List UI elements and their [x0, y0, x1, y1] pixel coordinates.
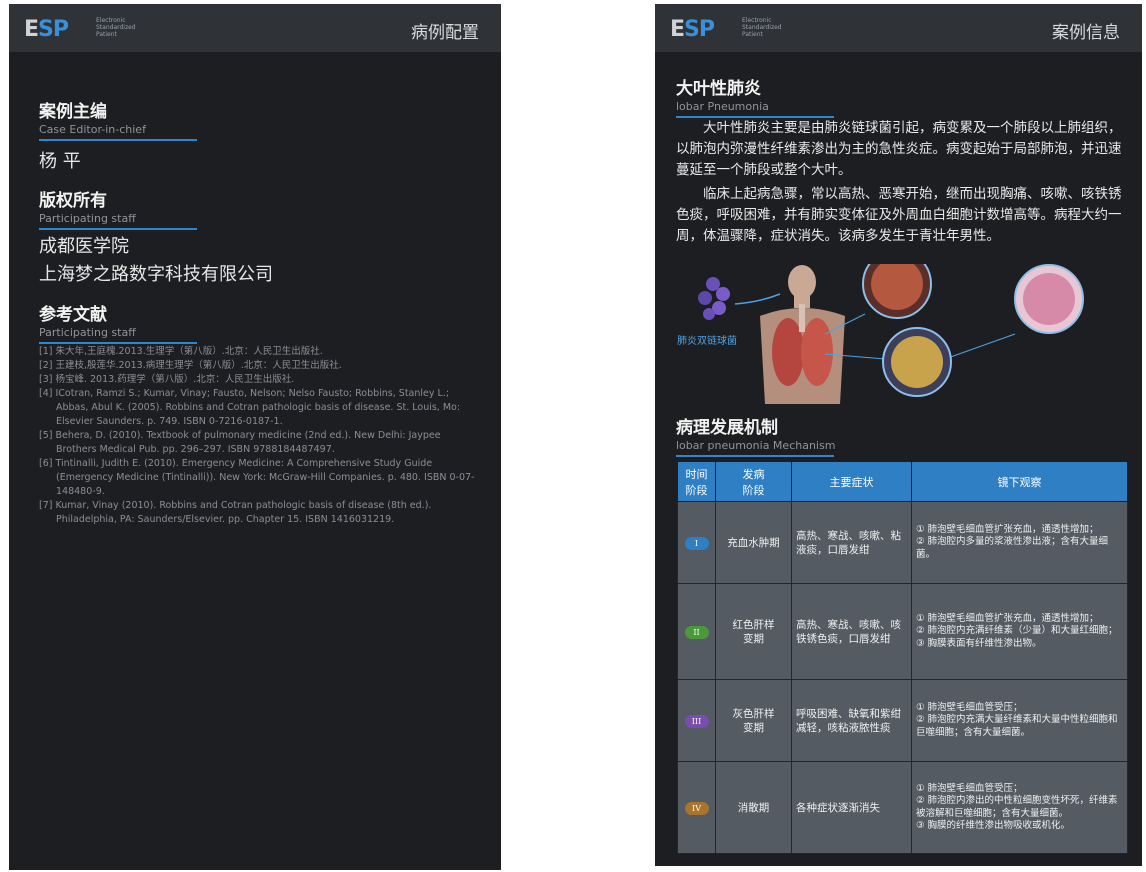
phase-cell: 灰色肝样 变期 — [715, 679, 792, 762]
logo-mark: ESP — [670, 17, 715, 42]
header-symptoms: 主要症状 — [791, 461, 912, 502]
phase-cell: 红色肝样 变期 — [715, 583, 792, 680]
editor-name: 杨 平 — [39, 151, 81, 172]
table-row: I 充血水肿期 高热、寒战、咳嗽、粘液痰，口唇发绀 ① 肺泡壁毛细血管扩张充血，… — [677, 501, 1128, 584]
section-underline — [39, 139, 197, 141]
section-title: 案例主编 — [39, 102, 107, 122]
section-title: 版权所有 — [39, 191, 107, 211]
page-title: 病例配置 — [411, 23, 479, 43]
section-subtitle: lobar Pneumonia — [676, 100, 769, 113]
mechanism-table: 时间 阶段 发病 阶段 主要症状 镜下观察 I 充血水肿期 高热、寒战、咳嗽、粘… — [677, 461, 1128, 854]
disease-description: 大叶性肺炎主要是由肺炎链球菌引起，病变累及一个肺段以上肺组织，以肺泡内弥漫性纤维… — [676, 120, 1122, 178]
logo-subtitle: Electronic Standardized Patient — [96, 17, 136, 38]
phase-cell: 消散期 — [715, 761, 792, 854]
top-bar: ESP Electronic Standardized Patient 病例配置 — [9, 4, 501, 52]
header-microscopy: 镜下观察 — [911, 461, 1128, 502]
logo-subtitle: Electronic Standardized Patient — [742, 17, 782, 38]
page-title: 案例信息 — [1052, 23, 1120, 43]
reference-item: [7] Kumar, Vinay (2010). Robbins and Cot… — [39, 500, 432, 525]
observation-cell: ① 肺泡壁毛细血管受压； ② 肺泡腔内渗出的中性粒细胞变性坏死，纤维素被溶解和巨… — [911, 761, 1128, 854]
table-row: II 红色肝样 变期 高热、寒战、咳嗽、咳铁锈色痰，口唇发绀 ① 肺泡壁毛细血管… — [677, 583, 1128, 680]
reference-item: [5] Behera, D. (2010). Textbook of pulmo… — [39, 430, 441, 455]
section-subtitle: Participating staff — [39, 326, 136, 339]
observation-cell: ① 肺泡壁毛细血管扩张充血，通透性增加； ② 肺泡腔内充满纤维素（少量）和大量红… — [911, 583, 1128, 680]
table-header-row: 时间 阶段 发病 阶段 主要症状 镜下观察 — [677, 461, 1128, 502]
disease-section: 大叶性肺炎 lobar Pneumonia — [676, 74, 834, 118]
section-subtitle: Case Editor-in-chief — [39, 123, 146, 136]
symptoms-cell: 高热、寒战、咳嗽、咳铁锈色痰，口唇发绀 — [791, 583, 912, 680]
reference-item: [3] 杨宝峰. 2013.药理学（第八版）.北京：人民卫生出版社. — [39, 374, 295, 385]
observation-cell: ① 肺泡壁毛细血管受压； ② 肺泡腔内充满大量纤维素和大量中性粒细胞和巨噬细胞；… — [911, 679, 1128, 762]
top-bar: ESP Electronic Standardized Patient 案例信息 — [655, 4, 1142, 52]
phase-cell: 充血水肿期 — [715, 501, 792, 584]
reference-item: [4] ICotran, Ramzi S.; Kumar, Vinay; Fau… — [39, 388, 461, 427]
esp-logo: ESP Electronic Standardized Patient — [24, 17, 174, 43]
header-disease-stage: 发病 阶段 — [715, 461, 792, 502]
section-title: 参考文献 — [39, 305, 107, 325]
stage-badge: II — [684, 625, 709, 639]
section-underline — [39, 228, 197, 230]
lung-illustration-icon — [698, 249, 1084, 404]
case-config-screen: ESP Electronic Standardized Patient 病例配置… — [9, 4, 501, 870]
pneumonia-illustration: 肺炎双链球菌 — [675, 249, 1125, 404]
section-title: 大叶性肺炎 — [676, 79, 761, 99]
reference-item: [2] 王建枝,殷莲华.2013.病理生理学（第八版）.北京：人民卫生出版社. — [39, 360, 342, 371]
section-title: 病理发展机制 — [676, 418, 778, 438]
logo-mark: ESP — [24, 17, 69, 42]
copyright-section: 版权所有 Participating staff — [39, 186, 197, 230]
section-underline — [39, 342, 197, 344]
bacteria-label: 肺炎双链球菌 — [677, 336, 737, 347]
section-subtitle: Participating staff — [39, 212, 136, 225]
section-subtitle: lobar pneumonia Mechanism — [676, 439, 836, 452]
table-row: III 灰色肝样 变期 呼吸困难、缺氧和紫绀减轻，咳粘液脓性痰 ① 肺泡壁毛细血… — [677, 679, 1128, 762]
case-info-screen: ESP Electronic Standardized Patient 案例信息… — [655, 4, 1142, 866]
symptoms-cell: 呼吸困难、缺氧和紫绀减轻，咳粘液脓性痰 — [791, 679, 912, 762]
observation-cell: ① 肺泡壁毛细血管扩张充血，通透性增加； ② 肺泡腔内多量的浆液性渗出液；含有大… — [911, 501, 1128, 584]
references-section: 参考文献 Participating staff — [39, 300, 197, 344]
esp-logo: ESP Electronic Standardized Patient — [670, 17, 820, 43]
section-underline — [676, 455, 834, 457]
stage-badge: IV — [684, 801, 709, 815]
table-row: IV 消散期 各种症状逐渐消失 ① 肺泡壁毛细血管受压； ② 肺泡腔内渗出的中性… — [677, 761, 1128, 854]
reference-item: [6] Tintinalli, Judith E. (2010). Emerge… — [39, 458, 475, 497]
header-time-stage: 时间 阶段 — [677, 461, 716, 502]
symptoms-cell: 高热、寒战、咳嗽、粘液痰，口唇发绀 — [791, 501, 912, 584]
reference-item: [1] 朱大年,王庭槐.2013.生理学（第八版）.北京：人民卫生出版社. — [39, 346, 323, 357]
clinical-description: 临床上起病急骤，常以高热、恶寒开始，继而出现胸痛、咳嗽、咳铁锈色痰，呼吸困难，并… — [676, 186, 1122, 244]
mechanism-section: 病理发展机制 lobar pneumonia Mechanism — [676, 413, 835, 457]
copyright-holder: 上海梦之路数字科技有限公司 — [39, 264, 273, 285]
symptoms-cell: 各种症状逐渐消失 — [791, 761, 912, 854]
copyright-holder: 成都医学院 — [39, 236, 129, 257]
stage-badge: III — [684, 714, 709, 728]
editor-section: 案例主编 Case Editor-in-chief — [39, 97, 197, 141]
stage-badge: I — [684, 536, 709, 550]
reference-list: [1] 朱大年,王庭槐.2013.生理学（第八版）.北京：人民卫生出版社. [2… — [39, 345, 479, 527]
